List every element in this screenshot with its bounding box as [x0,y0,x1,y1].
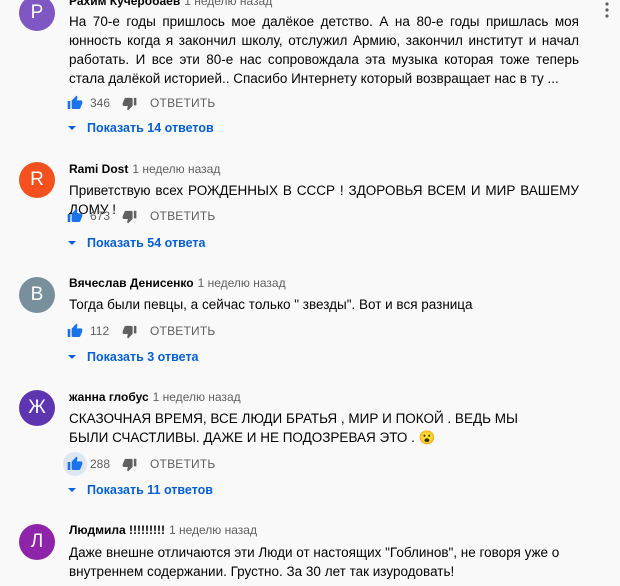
replies-label: Показать 3 ответа [87,350,199,364]
comment-meta: Людмила !!!!!!!!! 1 неделю назад [69,523,257,537]
dislike-button[interactable] [120,94,138,112]
reply-button[interactable]: ОТВЕТИТЬ [150,324,215,338]
comment-actions: 346 ОТВЕТИТЬ [63,91,215,115]
like-count: 112 [90,324,110,338]
author-name[interactable]: Rami Dost [69,162,128,176]
replies-label: Показать 54 ответа [87,236,206,250]
author-name[interactable]: Вячеслав Денисенко [69,276,194,290]
like-count: 288 [90,457,111,471]
like-button[interactable] [63,91,87,115]
like-button[interactable] [63,452,87,476]
comment-meta: Рахим Кучеробаев 1 неделю назад [69,0,272,8]
like-count: 346 [90,96,111,110]
thumbs-down-icon [122,210,136,223]
avatar[interactable]: R [19,162,55,198]
show-replies-button[interactable]: Показать 11 ответов [67,481,213,499]
comment-time[interactable]: 1 неделю назад [132,162,220,176]
show-replies-button[interactable]: Показать 54 ответа [67,234,205,252]
comment-time[interactable]: 1 неделю назад [184,0,272,8]
avatar[interactable]: В [19,277,55,313]
chevron-down-icon [67,123,77,133]
thumbs-up-icon [67,323,83,337]
replies-label: Показать 14 ответов [87,121,214,135]
reply-button[interactable]: ОТВЕТИТЬ [150,96,215,110]
reply-button[interactable]: ОТВЕТИТЬ [150,209,215,223]
comment-meta: жанна глобус 1 неделю назад [69,390,241,404]
thumbs-up-icon [67,95,83,109]
author-name[interactable]: жанна глобус [69,390,149,404]
comment-text: СКАЗОЧНАЯ ВРЕМЯ, ВСЕ ЛЮДИ БРАТЬЯ , МИР И… [69,411,518,445]
like-button[interactable] [63,319,87,343]
thumbs-down-icon [122,458,136,471]
comment-actions: 673 ОТВЕТИТЬ [63,204,215,228]
avatar[interactable]: Ж [19,390,55,426]
dislike-button[interactable] [120,322,138,340]
comment-text: На 70-е годы пришлось мое далёкое детств… [69,14,579,86]
comment-text: Тогда были певцы, а сейчас только " звез… [69,297,473,312]
author-name[interactable]: Людмила !!!!!!!!! [69,523,165,537]
chevron-down-icon [67,238,77,248]
thumbs-down-icon [122,325,136,338]
comment-text: Даже внешне отличаются эти Люди от насто… [69,545,560,579]
comment-time[interactable]: 1 неделю назад [169,523,257,537]
thumbs-up-icon [67,456,83,470]
show-replies-button[interactable]: Показать 14 ответов [67,119,214,137]
dislike-button[interactable] [120,207,138,225]
avatar[interactable]: P [19,0,55,31]
like-button[interactable] [63,204,87,228]
comment-time[interactable]: 1 неделю назад [153,390,241,404]
comment-meta: Вячеслав Денисенко 1 неделю назад [69,276,286,290]
show-replies-button[interactable]: Показать 3 ответа [67,348,199,366]
comment-actions: 112 ОТВЕТИТЬ [63,319,215,343]
author-name[interactable]: Рахим Кучеробаев [69,0,180,8]
dislike-button[interactable] [120,455,138,473]
like-count: 673 [90,209,111,223]
reply-button[interactable]: ОТВЕТИТЬ [150,457,215,471]
thumbs-up-icon [67,208,83,222]
more-actions-icon[interactable] [597,0,617,20]
comment-time[interactable]: 1 неделю назад [198,276,286,290]
chevron-down-icon [67,485,77,495]
thumbs-down-icon [122,97,136,110]
avatar[interactable]: Л [19,524,55,560]
comment-meta: Rami Dost 1 неделю назад [69,162,220,176]
chevron-down-icon [67,352,77,362]
comment-actions: 288 ОТВЕТИТЬ [63,452,215,476]
replies-label: Показать 11 ответов [87,483,213,497]
